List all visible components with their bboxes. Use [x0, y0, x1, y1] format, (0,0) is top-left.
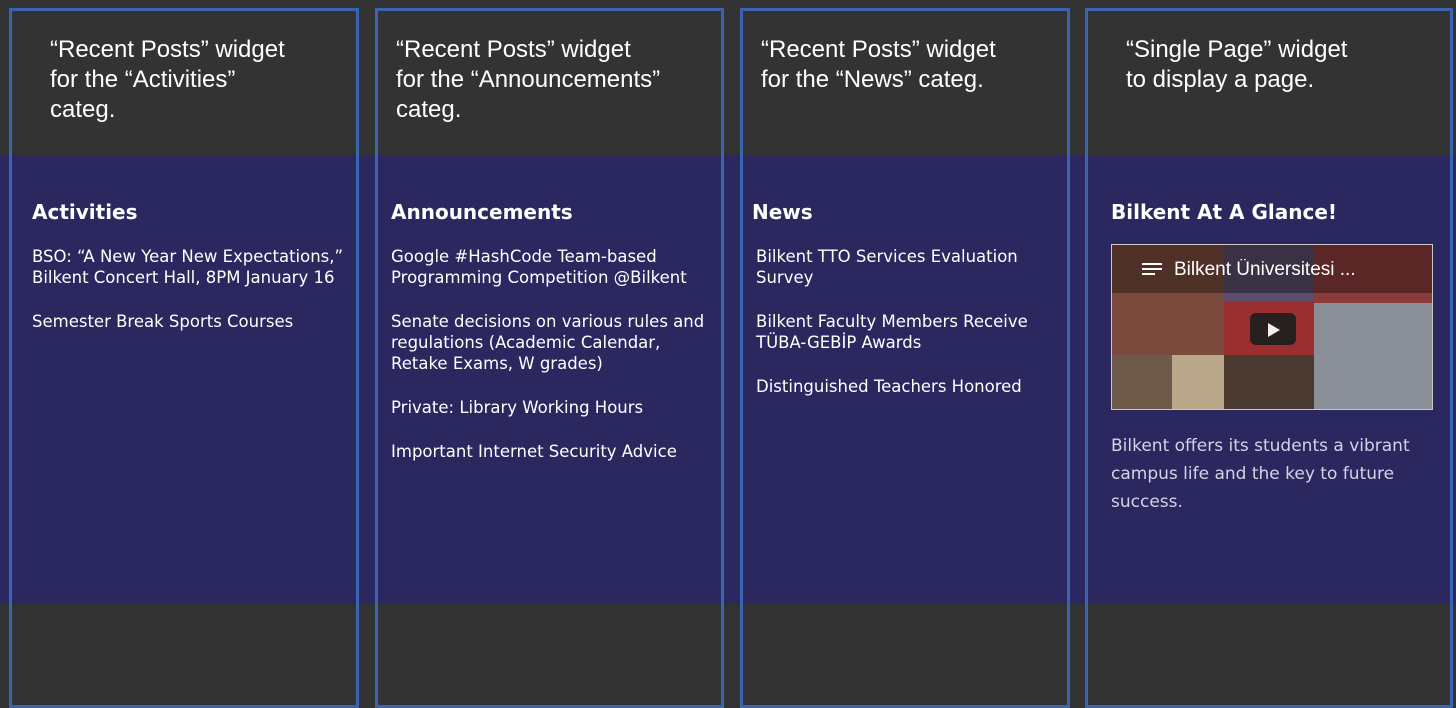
video-thumbnail-tile: [1172, 355, 1224, 409]
page-excerpt: Bilkent offers its students a vibrant ca…: [1111, 436, 1410, 512]
caption-announcements: “Recent Posts” widget for the “Announcem…: [396, 36, 661, 123]
widget-title: Announcements: [391, 200, 573, 224]
caption-news: “Recent Posts” widget for the “News” cat…: [761, 36, 996, 93]
video-thumbnail-tile: [1314, 303, 1432, 409]
video-title[interactable]: Bilkent Üniversitesi ...: [1174, 259, 1424, 281]
post-link[interactable]: Bilkent TTO Services Evaluation Survey: [752, 246, 1057, 288]
play-icon: [1268, 323, 1280, 337]
video-thumbnail-tile: [1112, 355, 1172, 409]
single-page-widget: Bilkent At A Glance! Bilkent Üniversites…: [1111, 198, 1435, 516]
video-embed[interactable]: Bilkent Üniversitesi ...: [1111, 244, 1433, 410]
recent-posts-widget-activities: Activities BSO: “A New Year New Expectat…: [32, 198, 350, 355]
playlist-icon[interactable]: [1142, 263, 1162, 277]
widget-title[interactable]: Bilkent At A Glance!: [1111, 198, 1435, 226]
caption-single-page: “Single Page” widget to display a page.: [1126, 36, 1348, 93]
post-link[interactable]: Semester Break Sports Courses: [32, 311, 350, 332]
recent-posts-widget-news: News Bilkent TTO Services Evaluation Sur…: [752, 198, 1057, 420]
recent-posts-widget-announcements: Announcements Google #HashCode Team-base…: [391, 198, 721, 485]
post-link[interactable]: Important Internet Security Advice: [391, 441, 721, 462]
post-link[interactable]: Private: Library Working Hours: [391, 397, 721, 418]
post-list: Bilkent TTO Services Evaluation Survey B…: [752, 246, 1057, 397]
play-button[interactable]: [1250, 313, 1296, 345]
video-thumbnail-tile: [1224, 355, 1314, 409]
widget-title: News: [752, 200, 813, 224]
post-link[interactable]: BSO: “A New Year New Expectations,” Bilk…: [32, 246, 350, 288]
caption-activities: “Recent Posts” widget for the “Activitie…: [50, 36, 285, 123]
post-list: Google #HashCode Team-based Programming …: [391, 246, 721, 462]
post-list: BSO: “A New Year New Expectations,” Bilk…: [32, 246, 350, 332]
post-link[interactable]: Senate decisions on various rules and re…: [391, 311, 721, 374]
post-link[interactable]: Distinguished Teachers Honored: [752, 376, 1057, 397]
post-link[interactable]: Google #HashCode Team-based Programming …: [391, 246, 721, 288]
post-link[interactable]: Bilkent Faculty Members Receive TÜBA-GEB…: [752, 311, 1057, 353]
widget-title: Activities: [32, 200, 138, 224]
